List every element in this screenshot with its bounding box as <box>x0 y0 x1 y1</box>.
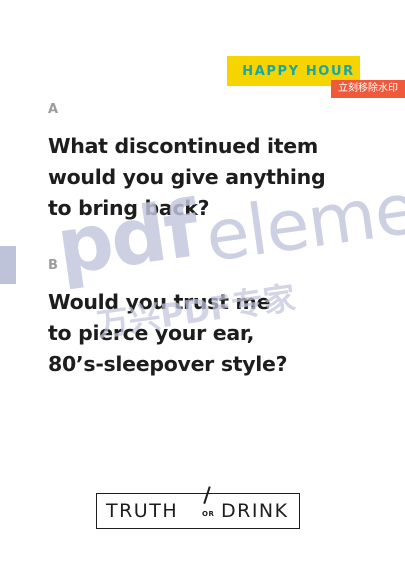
logo-connector: OR <box>202 510 215 518</box>
question-b-line: to pierce your ear, <box>48 321 255 345</box>
remove-watermark-button[interactable]: 立刻移除水印 <box>331 80 405 98</box>
category-tag-label: HAPPY HOUR <box>242 63 355 79</box>
question-a-letter: A <box>48 102 59 117</box>
question-a-text: What discontinued item would you give an… <box>48 131 326 224</box>
question-b-text: Would you trust me to pierce your ear, 8… <box>48 287 288 380</box>
logo-word-drink: DRINK <box>221 500 289 522</box>
truth-or-drink-logo: TRUTH OR DRINK <box>96 486 300 529</box>
question-b-line: Would you trust me <box>48 290 271 314</box>
logo-word-truth: TRUTH <box>106 500 179 522</box>
watermark-mark <box>0 246 16 284</box>
question-a-line: What discontinued item <box>48 134 318 158</box>
question-a-line: to bring back? <box>48 196 210 220</box>
question-a-line: would you give anything <box>48 165 326 189</box>
question-b-letter: B <box>48 258 58 273</box>
logo-slash <box>203 486 211 504</box>
question-b-line: 80’s-sleepover style? <box>48 352 288 376</box>
